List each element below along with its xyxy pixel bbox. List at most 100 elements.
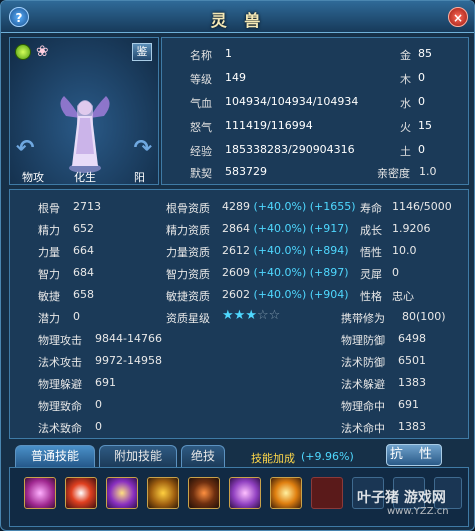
attr-value: 664: [73, 244, 94, 257]
metal-value: 85: [418, 47, 432, 60]
star-empty-icon: ☆: [256, 308, 269, 323]
rotate-left-icon[interactable]: ↶: [16, 136, 34, 161]
attr-value: 652: [73, 222, 94, 235]
name-value: 1: [225, 47, 232, 60]
magic-attack-label: 法术攻击: [38, 356, 82, 369]
skill-slot-5-icon[interactable]: [188, 477, 220, 509]
hp-value: 104934/104934/104934: [225, 95, 359, 108]
tab-normal-skills[interactable]: 普通技能: [15, 445, 95, 467]
info-row-level: 等级 149 木 0: [162, 68, 468, 88]
aptitude-label: 力量资质: [166, 246, 210, 259]
attr-label: 精力: [38, 224, 60, 237]
skill-slot-2-icon[interactable]: [65, 477, 97, 509]
rage-value: 111419/116994: [225, 119, 313, 132]
phys-crit-value: 0: [95, 398, 102, 411]
aptitude-value: 2864 (+40.0%) (+917): [222, 222, 349, 235]
close-button[interactable]: ×: [448, 7, 468, 27]
carry-cultivation-label: 携带修为: [341, 312, 385, 325]
water-value: 0: [418, 95, 425, 108]
aptitude-flat-bonus: (+897): [309, 266, 349, 279]
attr-row-energy: 精力 652 精力资质 2864 (+40.0%) (+917) 成长 1.92…: [10, 218, 468, 239]
phys-defense-label: 物理防御: [341, 334, 385, 347]
fire-label: 火: [400, 121, 411, 134]
spirit-label: 灵犀: [360, 268, 382, 281]
tab-ultimate[interactable]: 绝技: [181, 445, 225, 467]
aptitude-value: 2609 (+40.0%) (+897): [222, 266, 349, 279]
potential-label: 潜力: [38, 312, 60, 325]
magic-defense-label: 法术防御: [341, 356, 385, 369]
attr-row-potential: 潜力 0 资质星级 ★★★☆☆ 携带修为 80(100): [10, 306, 468, 327]
attributes-panel: 根骨 2713 根骨资质 4289 (+40.0%) (+1655) 寿命 11…: [9, 189, 469, 439]
aptitude-base: 2612: [222, 244, 250, 257]
pet-portrait: ❀ 鉴 ↶ ↷ 物攻 化生 阳: [9, 37, 159, 185]
appraise-button[interactable]: 鉴: [132, 43, 152, 61]
magic-crit-label: 法术致命: [38, 422, 82, 435]
pet-panel: ? 灵 兽 × ❀ 鉴 ↶ ↷ 物攻 化生 阳 名称 1 金 85 等级 149…: [0, 0, 475, 531]
window-title: 灵 兽: [210, 11, 267, 30]
skill-slot-empty[interactable]: [311, 477, 343, 509]
phys-dodge-value: 691: [95, 376, 116, 389]
attr-row-strength: 力量 664 力量资质 2612 (+40.0%) (+894) 悟性 10.0: [10, 240, 468, 261]
wood-value: 0: [418, 71, 425, 84]
combat-row-3: 物理躲避 691 法术躲避 1383: [10, 372, 468, 393]
flower-icon[interactable]: ❀: [36, 43, 49, 59]
skill-slot-6-icon[interactable]: [229, 477, 261, 509]
star-half-icon: ★: [245, 308, 257, 323]
aptitude-percent-bonus: (+40.0%): [253, 200, 307, 213]
pet-model: [60, 96, 110, 173]
aptitude-value: 2602 (+40.0%) (+904): [222, 288, 349, 301]
aptitude-percent-bonus: (+40.0%): [253, 288, 307, 301]
exp-value: 185338283/290904316: [225, 143, 355, 156]
aptitude-base: 2864: [222, 222, 250, 235]
potential-value: 0: [73, 310, 80, 323]
watermark: 叶子猪 游戏网: [357, 490, 446, 506]
aptitude-flat-bonus: (+904): [309, 288, 349, 301]
attr-value: 658: [73, 288, 94, 301]
attr-label: 根骨: [38, 202, 60, 215]
magic-defense-value: 6501: [398, 354, 426, 367]
intimacy-label: 亲密度: [377, 167, 410, 180]
aptitude-flat-bonus: (+894): [309, 244, 349, 257]
aptitude-value: 4289 (+40.0%) (+1655): [222, 200, 356, 213]
star-full-icon: ★: [233, 308, 246, 323]
skill-slot-7-icon[interactable]: [270, 477, 302, 509]
attr-label: 敏捷: [38, 290, 60, 303]
phys-hit-value: 691: [398, 398, 419, 411]
attr-row-agility: 敏捷 658 敏捷资质 2602 (+40.0%) (+904) 性格 忠心: [10, 284, 468, 305]
aptitude-percent-bonus: (+40.0%): [253, 266, 307, 279]
growth-label: 成长: [360, 224, 382, 237]
aptitude-label: 根骨资质: [166, 202, 210, 215]
info-row-rapport: 默契 583729 亲密度 1.0: [162, 162, 468, 182]
aptitude-label: 智力资质: [166, 268, 210, 281]
aptitude-label: 敏捷资质: [166, 290, 210, 303]
skill-slot-3-icon[interactable]: [106, 477, 138, 509]
basic-info: 名称 1 金 85 等级 149 木 0 气血 104934/104934/10…: [161, 37, 469, 185]
aptitude-percent-bonus: (+40.0%): [253, 244, 307, 257]
metal-label: 金: [400, 49, 411, 62]
attr-row-intellect: 智力 684 智力资质 2609 (+40.0%) (+897) 灵犀 0: [10, 262, 468, 283]
combat-row-1: 物理攻击 9844-14766 物理防御 6498: [10, 328, 468, 349]
level-value: 149: [225, 71, 246, 84]
rotate-right-icon[interactable]: ↷: [134, 136, 152, 161]
combat-row-4: 物理致命 0 物理命中 691: [10, 394, 468, 415]
info-row-exp: 经验 185338283/290904316 土 0: [162, 140, 468, 160]
magic-crit-value: 0: [95, 420, 102, 433]
tab-extra-skills[interactable]: 附加技能: [99, 445, 177, 467]
phys-hit-label: 物理命中: [341, 400, 385, 413]
aptitude-label: 精力资质: [166, 224, 210, 237]
resistance-button[interactable]: 抗 性: [386, 444, 442, 466]
mood-smile-icon[interactable]: [15, 44, 31, 60]
hp-label: 气血: [190, 97, 212, 110]
fire-value: 15: [418, 119, 432, 132]
magic-hit-label: 法术命中: [341, 422, 385, 435]
name-label: 名称: [190, 49, 212, 62]
watermark-url: www.YZZ.cn: [387, 506, 449, 517]
star-empty-icon: ☆: [268, 308, 281, 323]
attr-row-constitution: 根骨 2713 根骨资质 4289 (+40.0%) (+1655) 寿命 11…: [10, 196, 468, 217]
skill-slot-1-icon[interactable]: [24, 477, 56, 509]
skill-slot-4-icon[interactable]: [147, 477, 179, 509]
phys-dodge-label: 物理躲避: [38, 378, 82, 391]
personality-label: 性格: [360, 290, 382, 303]
phys-crit-label: 物理致命: [38, 400, 82, 413]
aptitude-percent-bonus: (+40.0%): [253, 222, 307, 235]
